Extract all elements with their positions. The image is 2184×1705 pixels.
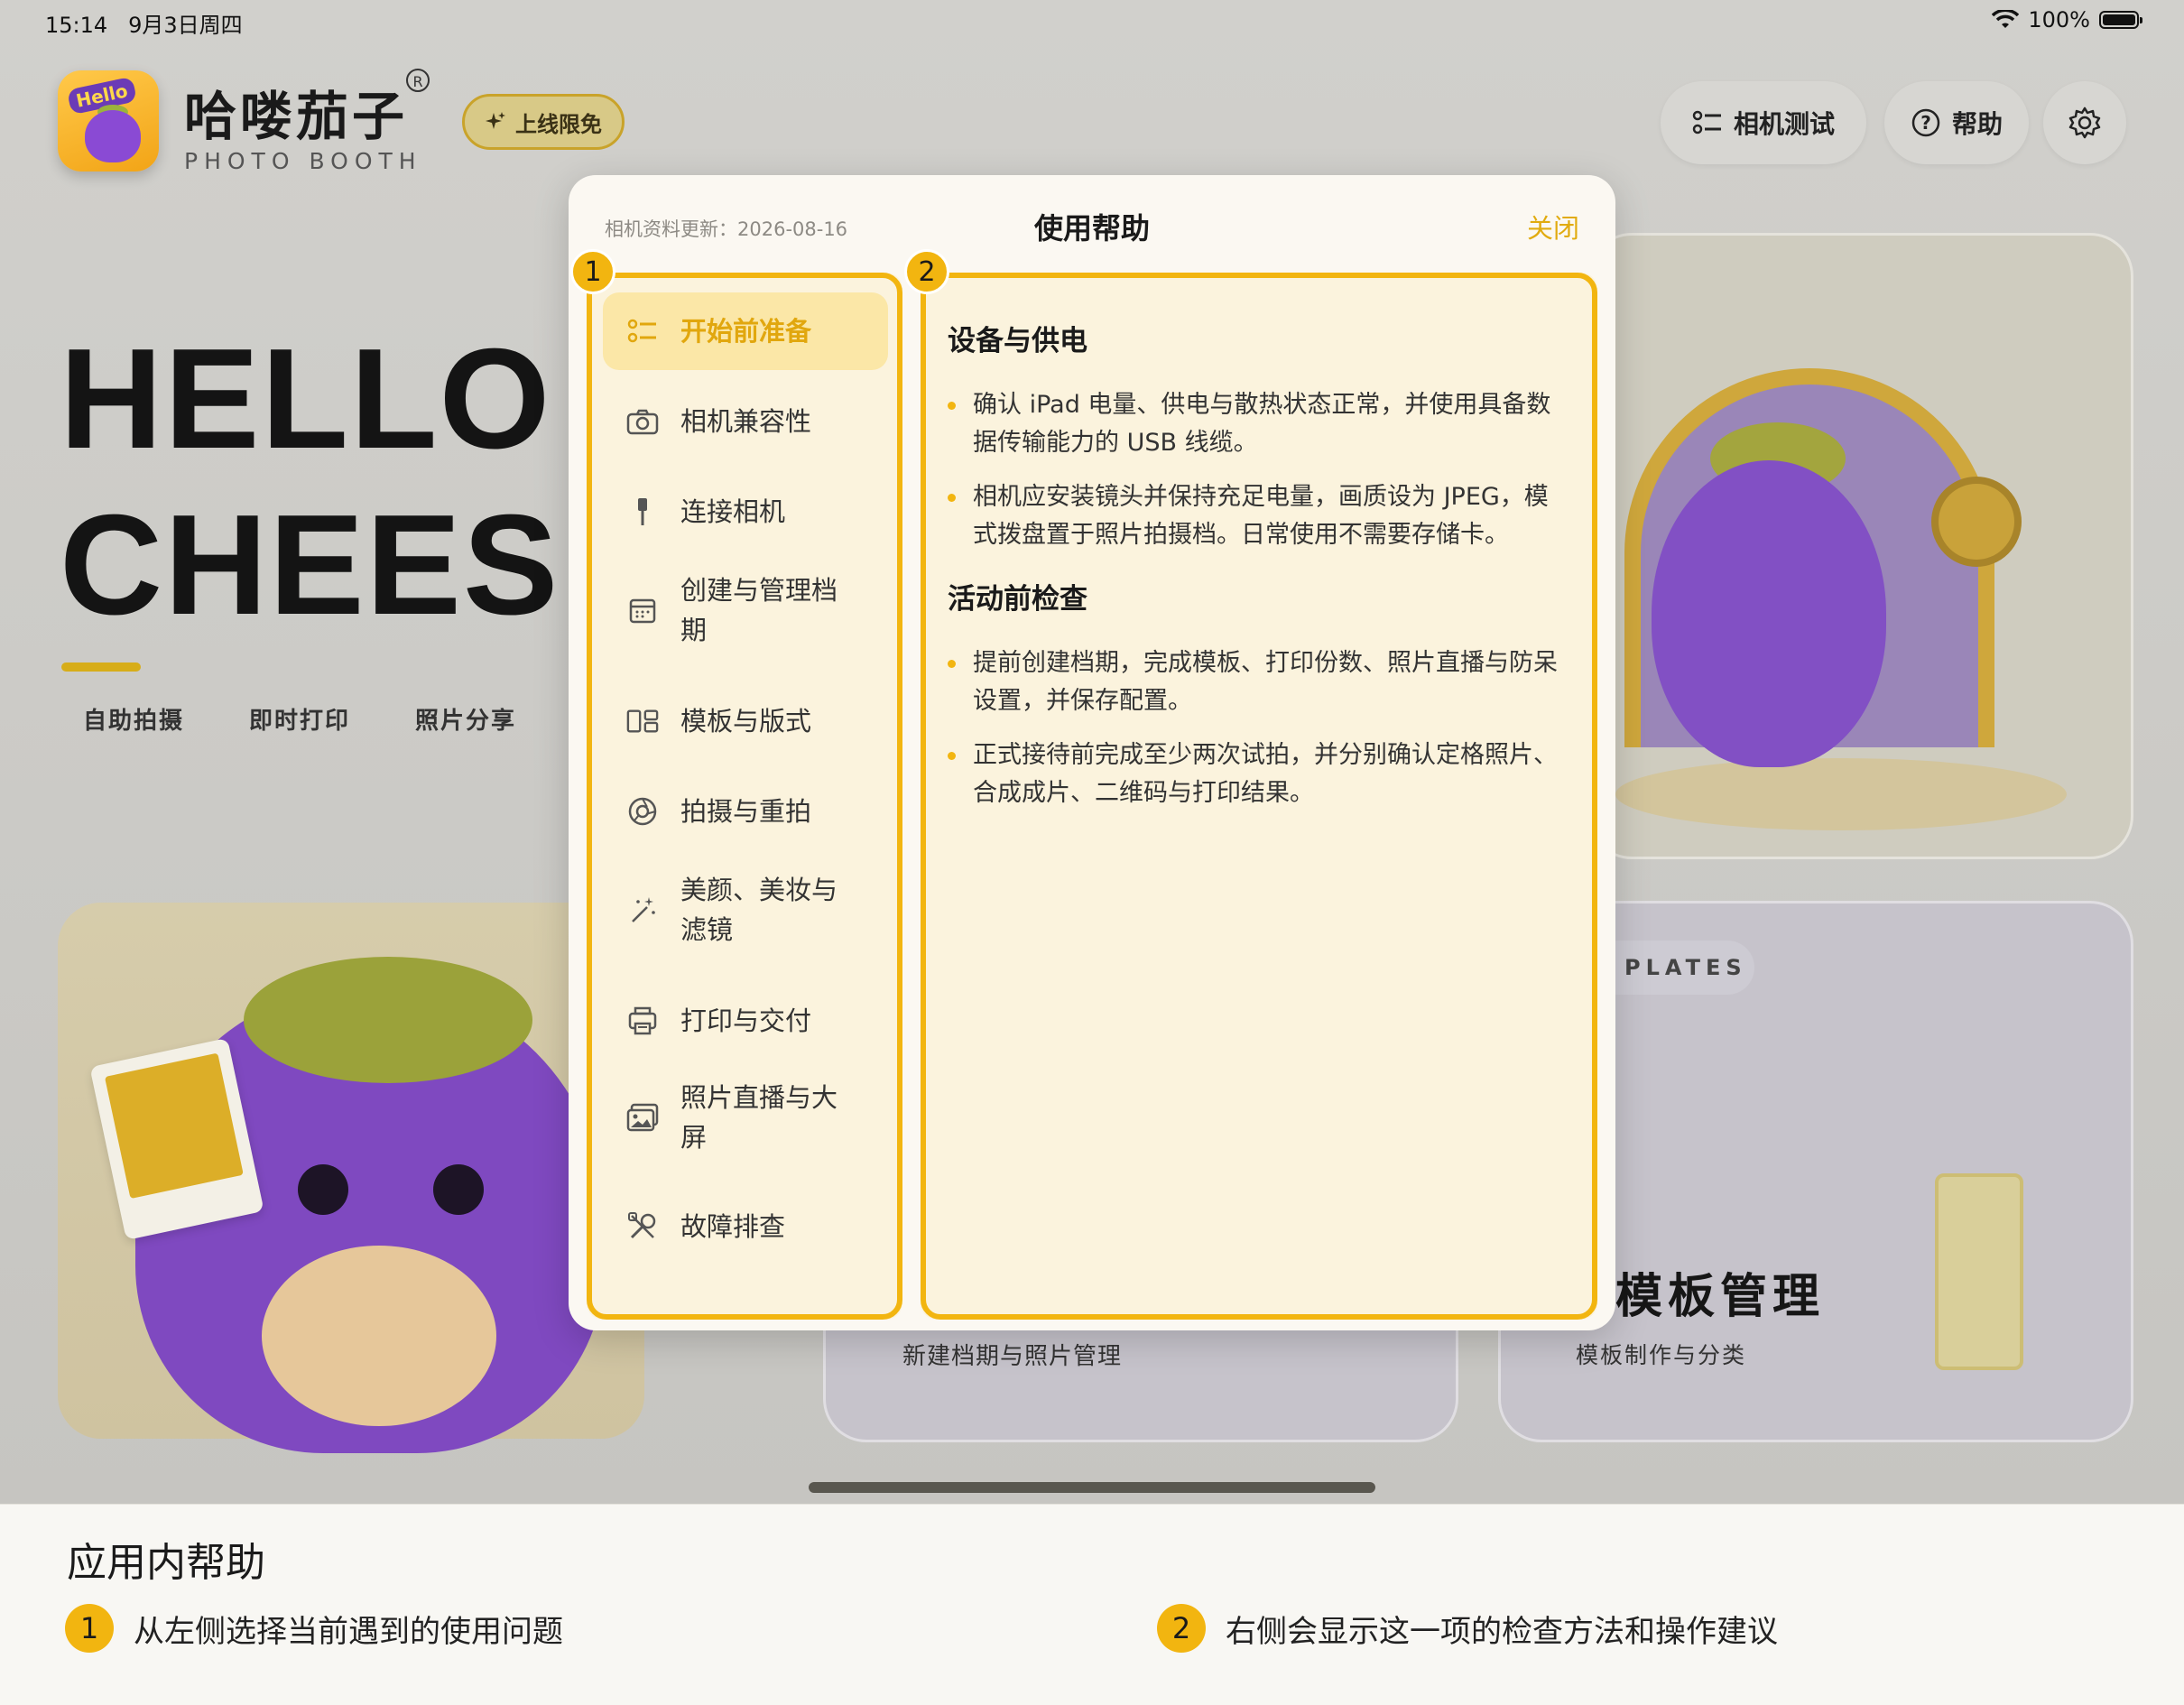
- checklist-icon: [626, 315, 659, 347]
- home-indicator[interactable]: [809, 1482, 1375, 1493]
- section-item: 确认 iPad 电量、供电与散热状态正常，并使用具备数据传输能力的 USB 线缆…: [948, 386, 1570, 462]
- printer-icon: [626, 1005, 659, 1037]
- help-content-panel: 设备与供电 确认 iPad 电量、供电与散热状态正常，并使用具备数据传输能力的 …: [921, 273, 1597, 1320]
- callout-badge-2: 2: [904, 249, 949, 294]
- brand-tagline: PHOTO BOOTH: [184, 148, 422, 174]
- calendar-icon: [626, 594, 659, 626]
- status-right: 100%: [1992, 7, 2142, 32]
- battery-percent: 100%: [2028, 7, 2090, 32]
- nav-item-shooting[interactable]: 拍摄与重拍: [603, 780, 888, 843]
- mascot-eye-right: [433, 1164, 484, 1215]
- events-card-label: 新建档期与照片管理: [902, 1343, 1123, 1370]
- hero-underline: [61, 663, 141, 672]
- app-background: 15:14 9月3日周四 100% Hello 哈喽茄子 R PHOTO BOO…: [0, 0, 2184, 1504]
- nav-item-beauty-filters[interactable]: 美颜、美妆与滤镜: [603, 859, 888, 960]
- camera-test-button[interactable]: 相机测试: [1661, 81, 1866, 164]
- legend-item-2: 2 右侧会显示这一项的检查方法和操作建议: [1157, 1604, 1778, 1653]
- status-time: 15:14 9月3日周四: [45, 13, 243, 38]
- magic-wand-icon: [626, 894, 659, 926]
- legend-item-1: 1 从左侧选择当前遇到的使用问题: [65, 1604, 563, 1653]
- caption-panel: 应用内帮助 1 从左侧选择当前遇到的使用问题 2 右侧会显示这一项的检查方法和操…: [0, 1504, 2184, 1705]
- mascot-cap: [244, 957, 532, 1083]
- legend-badge-2: 2: [1157, 1604, 1206, 1653]
- question-circle-icon: ?: [1911, 108, 1940, 137]
- help-nav-panel: 开始前准备 相机兼容性 连接相机 创建与管理档期 模板与版式 拍摄与重拍 美颜、…: [587, 273, 902, 1320]
- help-modal: 相机资料更新：2026-08-16 使用帮助 关闭 开始前准备 相机兼容性 连接…: [569, 175, 1615, 1330]
- battery-icon: [2099, 11, 2142, 29]
- status-bar: 15:14 9月3日周四 100%: [0, 0, 2184, 43]
- sparkle-icon: [486, 112, 505, 129]
- templates-card-subtitle: 模板制作与分类: [1576, 1342, 1747, 1368]
- section-item: 正式接待前完成至少两次试拍，并分别确认定格照片、合成成片、二维码与打印结果。: [948, 737, 1570, 812]
- caption-title: 应用内帮助: [67, 1540, 265, 1586]
- nav-item-getting-ready[interactable]: 开始前准备: [603, 292, 888, 370]
- app-logo: Hello: [58, 70, 159, 171]
- gear-icon: [2068, 107, 2101, 139]
- section-title-device: 设备与供电: [948, 325, 1087, 357]
- nav-item-templates[interactable]: 模板与版式: [603, 690, 888, 753]
- usb-cable-icon: [626, 496, 659, 528]
- wifi-icon: [1992, 10, 2020, 28]
- promo-badge: 上线限免: [462, 94, 625, 150]
- stage-floor-illustration: [1615, 758, 2067, 830]
- mascot-photographer-illustration: [1652, 460, 1886, 767]
- modal-title: 使用帮助: [1033, 211, 1150, 246]
- checklist-icon: [1692, 110, 1721, 134]
- nav-item-print-delivery[interactable]: 打印与交付: [603, 989, 888, 1052]
- photos-icon: [626, 1101, 659, 1134]
- nav-item-manage-events[interactable]: 创建与管理档期: [603, 560, 888, 661]
- film-strip-illustration: [1935, 1173, 2023, 1370]
- mascot-eye-left: [298, 1164, 348, 1215]
- aperture-icon: [626, 795, 659, 828]
- tools-icon: [626, 1210, 659, 1243]
- help-button[interactable]: ? 帮助: [1884, 81, 2029, 164]
- section-title-precheck: 活动前检查: [948, 583, 1087, 616]
- brand-name: 哈喽茄子: [184, 86, 409, 147]
- hero-line-1: HELLO: [60, 320, 552, 478]
- close-button[interactable]: 关闭: [1527, 208, 1579, 246]
- svg-text:?: ?: [1920, 112, 1931, 134]
- legend-badge-1: 1: [65, 1604, 114, 1653]
- registered-mark: R: [406, 69, 430, 92]
- studio-lamp-illustration: [1931, 477, 2022, 567]
- section-item: 提前创建档期，完成模板、打印份数、照片直播与防呆设置，并保存配置。: [948, 644, 1570, 720]
- feature-instant-print: 即时打印: [249, 708, 351, 735]
- camera-icon: [626, 405, 659, 438]
- templates-card-title: 模板管理: [1615, 1270, 1826, 1324]
- nav-item-live-photos[interactable]: 照片直播与大屏: [603, 1067, 888, 1168]
- settings-button[interactable]: [2043, 81, 2126, 164]
- nav-item-troubleshooting[interactable]: 故障排查: [603, 1195, 888, 1258]
- mascot-belly: [262, 1246, 496, 1426]
- section-item: 相机应安装镜头并保持充足电量，画质设为 JPEG，模式拨盘置于照片拍摄档。日常使…: [948, 478, 1570, 554]
- hero-line-2: CHEESE: [60, 486, 657, 644]
- nav-item-connect-camera[interactable]: 连接相机: [603, 480, 888, 543]
- layout-icon: [626, 705, 659, 737]
- callout-badge-1: 1: [570, 249, 615, 294]
- feature-photo-share: 照片分享: [415, 708, 517, 735]
- nav-item-camera-compat[interactable]: 相机兼容性: [603, 390, 888, 453]
- feature-self-shoot: 自助拍摄: [83, 708, 185, 735]
